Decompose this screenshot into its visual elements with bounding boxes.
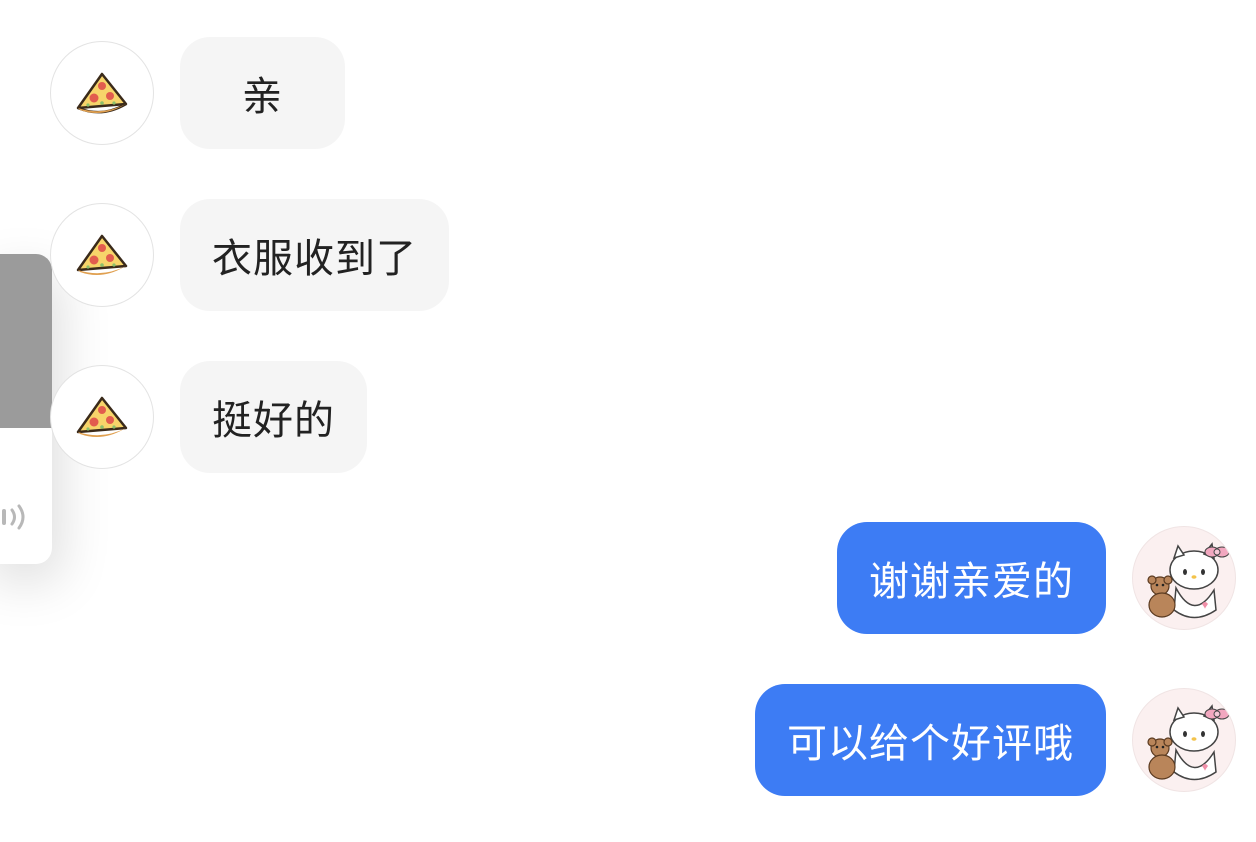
message-bubble[interactable]: 亲	[180, 37, 345, 149]
message-row: 衣服收到了	[50, 199, 449, 311]
sound-icon[interactable]	[2, 500, 32, 539]
message-bubble[interactable]: 可以给个好评哦	[755, 684, 1106, 796]
message-bubble[interactable]: 挺好的	[180, 361, 367, 473]
panel-preview	[0, 254, 52, 428]
pizza-icon[interactable]	[50, 41, 154, 145]
message-bubble[interactable]: 谢谢亲爱的	[837, 522, 1106, 634]
floating-side-panel[interactable]	[0, 254, 52, 564]
pizza-icon[interactable]	[50, 365, 154, 469]
message-row: 挺好的	[50, 361, 367, 473]
hello-kitty-avatar[interactable]	[1132, 526, 1236, 630]
message-bubble[interactable]: 衣服收到了	[180, 199, 449, 311]
chat-area: 亲 衣服收到了 挺好的 谢谢亲爱的 可以给个好评哦	[0, 0, 1256, 842]
pizza-icon[interactable]	[50, 203, 154, 307]
message-row: 亲	[50, 37, 345, 149]
message-row: 谢谢亲爱的	[837, 522, 1236, 634]
message-row: 可以给个好评哦	[755, 684, 1236, 796]
hello-kitty-avatar[interactable]	[1132, 688, 1236, 792]
